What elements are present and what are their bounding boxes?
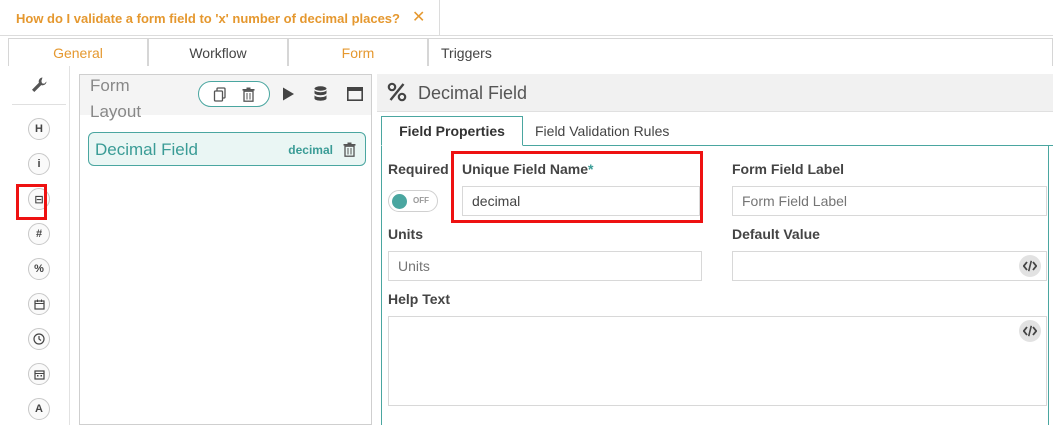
percent-icon	[387, 82, 409, 104]
document-title: How do I validate a form field to 'x' nu…	[16, 10, 400, 26]
field-properties-panel: Decimal Field Field Properties Field Val…	[377, 74, 1053, 425]
field-type-toolbar: H i ⊟ # % A	[8, 66, 70, 425]
layout-button-group	[198, 81, 270, 107]
form-layout-panel: Form Layout Decimal Field decimal	[79, 74, 372, 425]
code-icon[interactable]	[1019, 320, 1041, 342]
copy-icon[interactable]	[211, 85, 229, 103]
close-icon[interactable]: ✕	[412, 10, 425, 26]
trash-icon[interactable]	[240, 85, 258, 103]
hash-icon[interactable]: #	[28, 223, 50, 245]
form-layout-header: Form Layout	[80, 75, 371, 121]
tab-form[interactable]: Form	[288, 38, 428, 67]
default-value-label: Default Value	[732, 226, 820, 242]
layout-field-item[interactable]: Decimal Field decimal	[88, 132, 366, 166]
heading-icon[interactable]: H	[28, 118, 50, 140]
highlight-box	[451, 151, 703, 223]
percent-icon[interactable]: %	[28, 258, 50, 280]
code-icon[interactable]	[1019, 255, 1041, 277]
units-label: Units	[388, 226, 423, 242]
tab-field-validation-rules[interactable]: Field Validation Rules	[535, 116, 669, 146]
field-panel-title: Decimal Field	[418, 83, 528, 103]
help-text-input[interactable]	[388, 316, 1047, 406]
info-icon[interactable]: i	[28, 153, 50, 175]
wrench-icon[interactable]	[29, 76, 49, 94]
window-icon[interactable]	[346, 85, 364, 103]
highlight-box	[16, 184, 47, 220]
tab-workflow[interactable]: Workflow	[148, 38, 288, 66]
document-tab[interactable]: How do I validate a form field to 'x' nu…	[0, 0, 440, 36]
tab-triggers[interactable]: Triggers	[428, 38, 1053, 66]
form-field-label-input[interactable]	[732, 186, 1047, 216]
database-icon[interactable]	[311, 85, 329, 103]
main-tabs: General Workflow Form Triggers	[8, 36, 1053, 67]
field-item-type: decimal	[288, 143, 333, 157]
field-subtabs: Field Properties Field Validation Rules	[381, 116, 1053, 146]
trash-icon[interactable]	[343, 142, 357, 158]
form-field-label-label: Form Field Label	[732, 161, 845, 177]
toggle-knob	[392, 194, 407, 209]
required-toggle[interactable]: OFF	[388, 190, 438, 212]
title-bar: How do I validate a form field to 'x' nu…	[0, 0, 1053, 36]
help-text-label: Help Text	[388, 291, 450, 307]
default-value-input[interactable]	[732, 251, 1047, 281]
required-label: Required	[388, 161, 449, 177]
form-layout-title: Form Layout	[90, 76, 142, 121]
text-a-icon[interactable]: A	[28, 398, 50, 420]
tab-general[interactable]: General	[8, 38, 148, 66]
field-panel-header: Decimal Field	[377, 74, 1053, 112]
units-input[interactable]	[388, 251, 702, 281]
play-icon[interactable]	[279, 85, 297, 103]
calendar-grid-icon[interactable]	[28, 363, 50, 385]
tab-field-properties[interactable]: Field Properties	[381, 116, 523, 146]
toggle-state-text: OFF	[413, 196, 429, 205]
clock-icon[interactable]	[28, 328, 50, 350]
calendar-icon[interactable]	[28, 293, 50, 315]
divider	[12, 104, 66, 105]
field-item-label: Decimal Field	[95, 140, 198, 159]
